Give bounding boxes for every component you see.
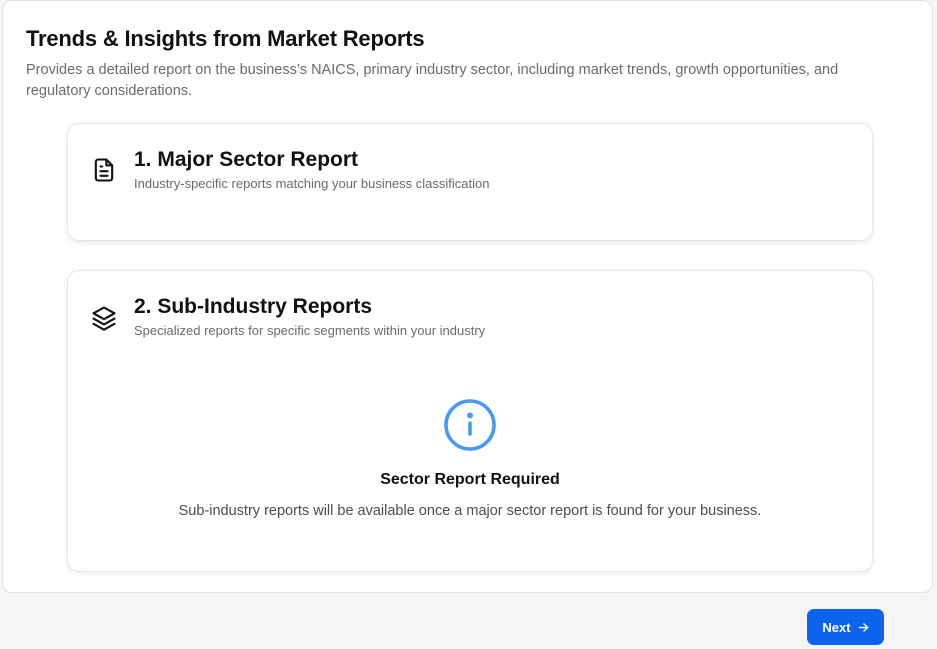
notice-text: Sub-industry reports will be available o…	[178, 503, 762, 519]
notice-title: Sector Report Required	[380, 471, 560, 488]
sub-industry-reports-title: 2. Sub-Industry Reports	[134, 295, 373, 318]
page-description: Provides a detailed report on the busine…	[26, 62, 839, 99]
document-icon	[90, 156, 118, 184]
sector-report-required-notice: Sector Report Required Sub-industry repo…	[68, 397, 872, 519]
next-button-label: Next	[822, 619, 851, 635]
layers-icon	[90, 304, 118, 332]
sub-industry-reports-subtitle: Specialized reports for specific segment…	[134, 323, 486, 338]
major-sector-report-subtitle: Industry-specific reports matching your …	[134, 176, 490, 191]
next-button[interactable]: Next	[807, 609, 884, 645]
major-sector-report-title: 1. Major Sector Report	[134, 148, 359, 171]
major-sector-report-card: 1. Major Sector Report Industry-specific…	[67, 123, 873, 241]
page-title: Trends & Insights from Market Reports	[26, 26, 425, 51]
arrow-right-icon	[858, 622, 868, 632]
sub-industry-reports-card: 2. Sub-Industry Reports Specialized repo…	[67, 270, 873, 572]
info-icon	[442, 397, 498, 453]
main-panel: Trends & Insights from Market Reports Pr…	[2, 0, 933, 593]
